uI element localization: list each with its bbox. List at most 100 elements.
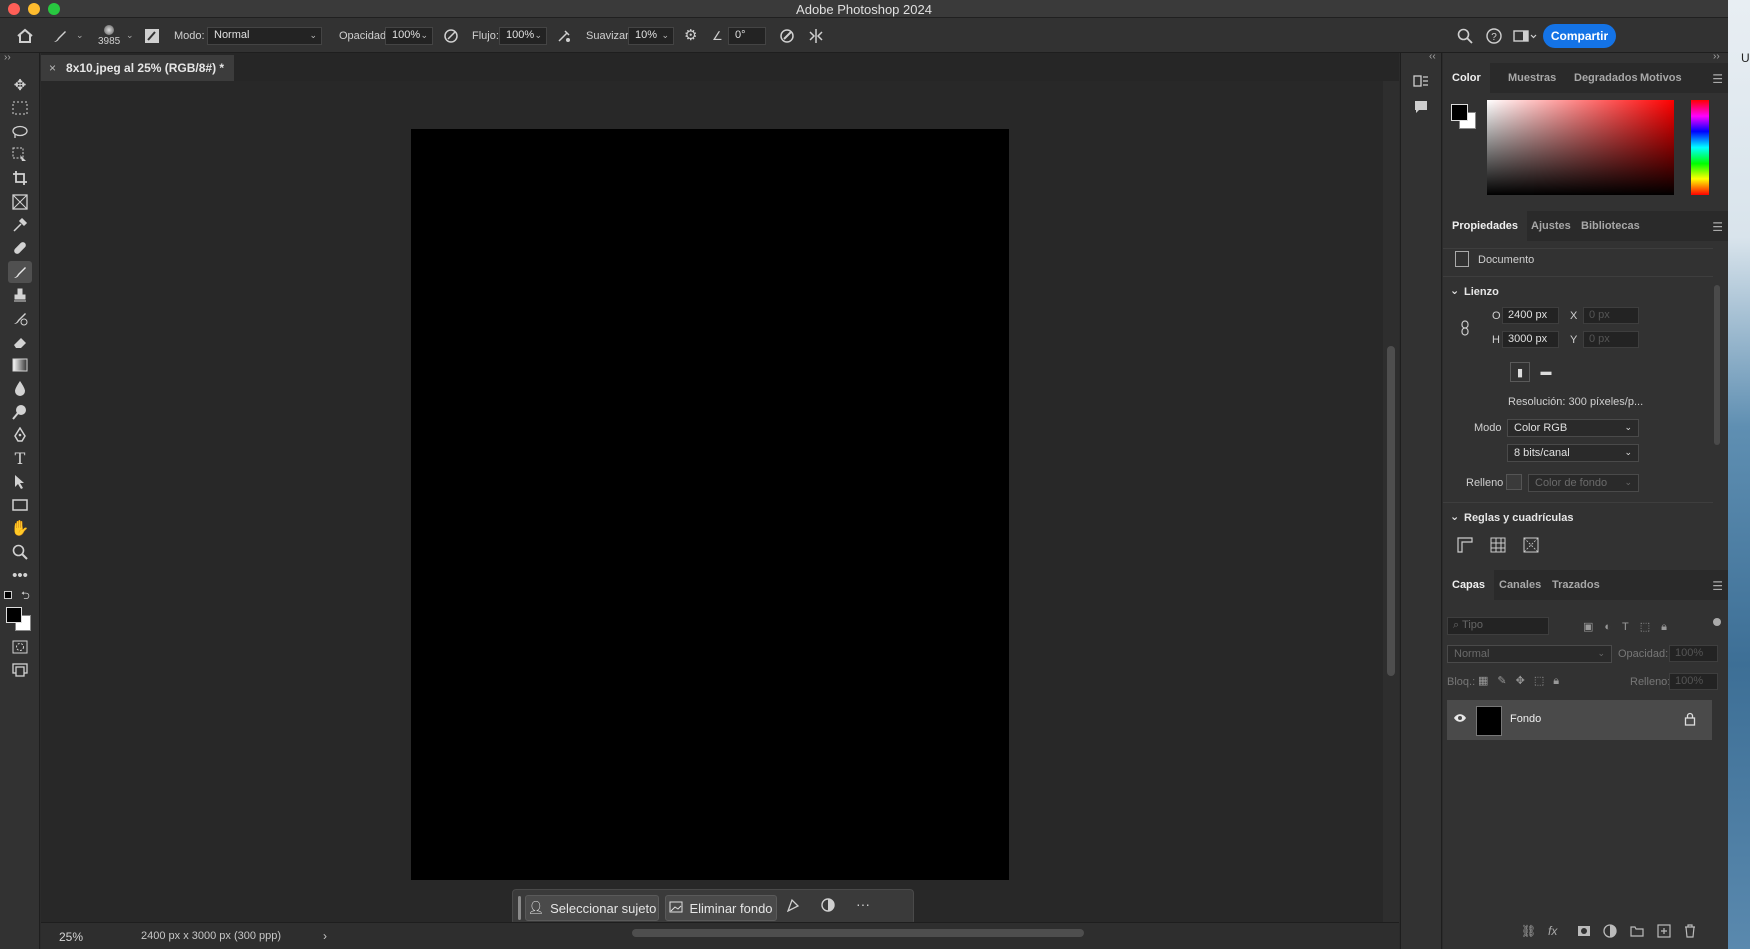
collapse-toolbar-icon[interactable]: ›› <box>4 52 11 63</box>
link-dimensions-icon[interactable] <box>1460 320 1470 339</box>
marquee-tool-icon[interactable] <box>8 97 32 119</box>
tab-patterns[interactable]: Motivos <box>1640 63 1682 93</box>
color-panel-menu-icon[interactable]: ☰ <box>1712 72 1723 86</box>
layers-panel-menu-icon[interactable]: ☰ <box>1712 579 1723 593</box>
filter-toggle[interactable] <box>1713 618 1721 626</box>
home-icon[interactable] <box>16 18 34 53</box>
canvas-section-toggle[interactable]: ⌄ <box>1450 284 1459 297</box>
tab-layers[interactable]: Capas <box>1443 570 1495 600</box>
swap-colors-icon[interactable]: ⮌ <box>21 587 30 606</box>
height-field[interactable]: 3000 px <box>1502 331 1559 348</box>
pen-tool-icon[interactable] <box>8 424 32 446</box>
lock-icon[interactable] <box>1684 712 1696 729</box>
angle-field[interactable]: 0° <box>728 26 766 45</box>
fill-select[interactable]: Color de fondo ⌄ <box>1528 474 1639 492</box>
status-menu-arrow[interactable]: › <box>323 929 327 943</box>
document-canvas[interactable] <box>411 129 1009 880</box>
gradient-tool-icon[interactable] <box>8 354 32 376</box>
color-picker-field[interactable] <box>1487 100 1674 195</box>
layer-row[interactable]: Fondo <box>1447 700 1712 740</box>
adjustment-icon[interactable] <box>821 898 835 915</box>
lock-icons[interactable]: ▦✎✥⬚🔒︎ <box>1478 674 1568 688</box>
zoom-level[interactable]: 25% <box>59 930 83 944</box>
foreground-color-swatch[interactable] <box>1451 104 1468 121</box>
frame-tool-icon[interactable] <box>8 191 32 213</box>
opacity-field[interactable]: 100% ⌄ <box>385 26 433 45</box>
tab-color[interactable]: Color <box>1443 63 1490 93</box>
eraser-tool-icon[interactable] <box>8 331 32 353</box>
remove-background-button[interactable]: Eliminar fondo <box>665 895 777 921</box>
default-colors-icon[interactable] <box>4 591 12 599</box>
layer-opacity-field[interactable]: 100% <box>1669 645 1718 662</box>
bit-depth-select[interactable]: 8 bits/canal ⌄ <box>1507 444 1639 462</box>
rectangle-tool-icon[interactable] <box>8 494 32 516</box>
hand-tool-icon[interactable]: ✋ <box>8 517 32 539</box>
object-selection-tool-icon[interactable] <box>8 144 32 166</box>
portrait-orientation-icon[interactable]: ▮ <box>1510 362 1530 382</box>
layer-fill-field[interactable]: 100% <box>1669 673 1718 690</box>
blur-tool-icon[interactable] <box>8 377 32 399</box>
layer-style-icon[interactable]: fx <box>1548 924 1557 938</box>
quick-mask-icon[interactable] <box>8 636 32 658</box>
trash-icon[interactable] <box>1684 924 1696 941</box>
zoom-tool-icon[interactable] <box>8 541 32 563</box>
brush-tool-icon[interactable] <box>8 261 32 283</box>
comments-panel-icon[interactable] <box>1413 99 1429 119</box>
close-tab-icon[interactable]: × <box>49 61 56 75</box>
properties-scrollbar[interactable] <box>1714 285 1720 445</box>
screen-mode-icon[interactable] <box>8 659 32 681</box>
landscape-orientation-icon[interactable]: ▬ <box>1536 362 1556 382</box>
crop-tool-icon[interactable] <box>8 167 32 189</box>
more-options-icon[interactable]: ··· <box>856 896 870 912</box>
gear-icon[interactable]: ⚙ <box>684 18 697 53</box>
document-tab[interactable]: × 8x10.jpeg al 25% (RGB/8#) * <box>41 55 234 81</box>
layer-filter-icons[interactable]: ▣◐T⬚🔒︎ <box>1583 620 1678 634</box>
history-panel-icon[interactable] <box>1413 73 1429 93</box>
x-field[interactable]: 0 px <box>1583 307 1639 324</box>
chevron-down-icon[interactable]: ⌄ <box>126 18 134 53</box>
group-folder-icon[interactable] <box>1630 925 1644 940</box>
tab-swatches[interactable]: Muestras <box>1508 63 1556 93</box>
type-tool-icon[interactable]: T <box>8 447 32 469</box>
hue-slider[interactable] <box>1691 100 1709 195</box>
clone-stamp-tool-icon[interactable] <box>8 284 32 306</box>
layer-name[interactable]: Fondo <box>1510 713 1541 725</box>
move-tool-icon[interactable]: ✥ <box>8 74 32 96</box>
healing-brush-tool-icon[interactable] <box>8 237 32 259</box>
taskbar-drag-handle[interactable] <box>518 896 521 920</box>
brush-tool-preset-icon[interactable] <box>52 18 68 53</box>
eyedropper-tool-icon[interactable] <box>8 214 32 236</box>
layer-filter-search[interactable]: ⌕ Tipo <box>1447 617 1549 635</box>
link-layers-icon[interactable]: ⛓︎ <box>1521 924 1536 938</box>
flow-field[interactable]: 100% ⌄ <box>499 26 547 45</box>
more-tools-icon[interactable]: ••• <box>8 564 32 586</box>
tab-adjustments[interactable]: Ajustes <box>1531 211 1571 241</box>
vertical-scrollbar-thumb[interactable] <box>1387 346 1395 676</box>
adjustment-layer-icon[interactable] <box>1603 924 1617 941</box>
select-subject-button[interactable]: 👤︎ Seleccionar sujeto <box>525 895 659 921</box>
horizontal-scrollbar-thumb[interactable] <box>632 929 1084 937</box>
add-mask-icon[interactable] <box>1577 925 1591 940</box>
airbrush-icon[interactable] <box>556 18 572 53</box>
mode-select[interactable]: Color RGB ⌄ <box>1507 419 1639 437</box>
history-brush-tool-icon[interactable] <box>8 307 32 329</box>
rulers-icon[interactable] <box>1457 537 1473 556</box>
generative-fill-icon[interactable] <box>786 898 800 915</box>
tab-gradients[interactable]: Degradados <box>1574 63 1638 93</box>
layer-blend-mode-select[interactable]: Normal ⌄ <box>1447 645 1612 663</box>
share-button[interactable]: Compartir <box>1543 24 1616 48</box>
width-field[interactable]: 2400 px <box>1502 307 1559 324</box>
workspace-icon[interactable] <box>1513 18 1537 53</box>
properties-panel-menu-icon[interactable]: ☰ <box>1712 220 1723 234</box>
foreground-color-swatch[interactable] <box>6 607 22 623</box>
eye-icon[interactable] <box>1453 712 1467 727</box>
pressure-size-icon[interactable] <box>779 18 795 53</box>
fill-swatch[interactable] <box>1506 474 1522 490</box>
collapse-panels-icon[interactable]: ‹‹ <box>1429 51 1436 62</box>
expand-panels-icon[interactable]: ›› <box>1713 51 1720 62</box>
guides-icon[interactable] <box>1523 537 1539 556</box>
smoothing-field[interactable]: 10% ⌄ <box>628 26 674 45</box>
tab-libraries[interactable]: Bibliotecas <box>1581 211 1640 241</box>
new-layer-icon[interactable] <box>1657 924 1671 941</box>
grid-icon[interactable] <box>1490 537 1506 556</box>
